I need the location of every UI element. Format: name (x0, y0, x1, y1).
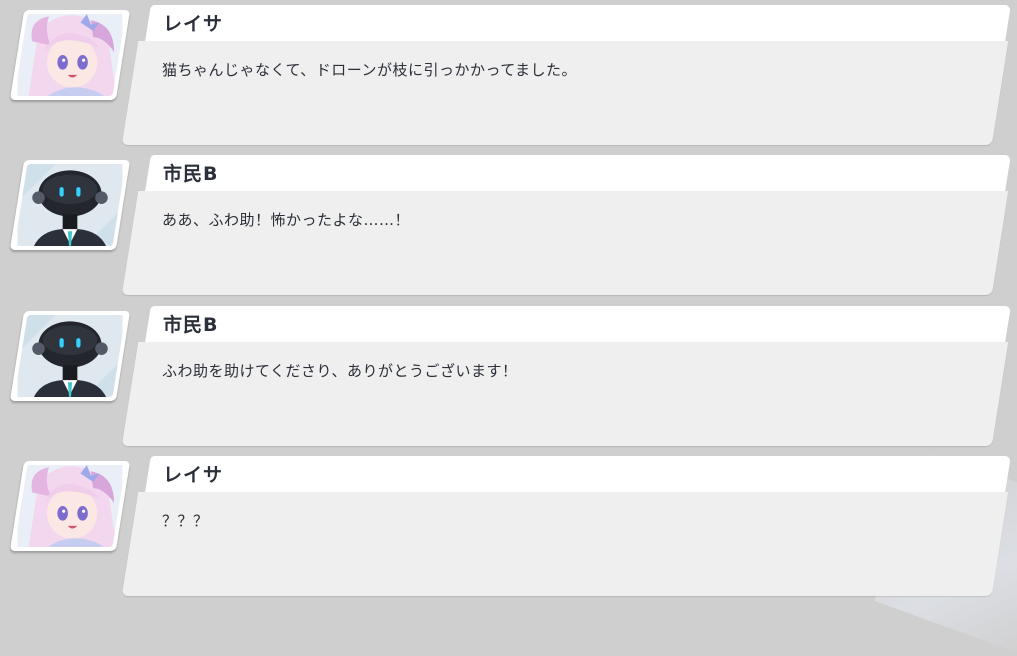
dialogue-log[interactable]: レイサ 猫ちゃんじゃなくて、ドローンが枝に引っかかってました。 市民B ああ、ふ… (0, 0, 1017, 603)
speaker-portrait (9, 160, 131, 250)
dialogue-entry: レイサ 猫ちゃんじゃなくて、ドローンが枝に引っかかってました。 (0, 5, 1017, 150)
message-box (121, 41, 1009, 145)
message-text: ふわ助を助けてくださり、ありがとうございます！ (162, 362, 518, 380)
message-text: 猫ちゃんじゃなくて、ドローンが枝に引っかかってました。 (162, 61, 578, 79)
speaker-name: 市民B (163, 163, 219, 185)
name-tab (145, 306, 1011, 342)
robot-citizen-avatar-icon (17, 164, 123, 246)
dialogue-entry: 市民B ああ、ふわ助！怖かったよな……！ (0, 155, 1017, 300)
name-tab (145, 155, 1011, 191)
reisa-avatar-icon (17, 465, 123, 547)
message-box (121, 342, 1009, 446)
name-tab (145, 456, 1011, 492)
speaker-portrait (9, 311, 131, 401)
dialogue-entry: レイサ ？？？ (0, 456, 1017, 601)
speaker-name: レイサ (163, 13, 224, 35)
message-text: ああ、ふわ助！怖かったよな……！ (162, 211, 411, 229)
message-text: ？？？ (162, 512, 209, 530)
reisa-avatar-icon (17, 14, 123, 96)
speaker-portrait (9, 10, 131, 100)
robot-citizen-avatar-icon (17, 315, 123, 397)
dialogue-entry: 市民B ふわ助を助けてくださり、ありがとうございます！ (0, 306, 1017, 451)
message-box (121, 191, 1009, 295)
speaker-name: レイサ (163, 464, 224, 486)
name-tab (145, 5, 1011, 41)
speaker-portrait (9, 461, 131, 551)
message-box (121, 492, 1009, 596)
speaker-name: 市民B (163, 314, 219, 336)
